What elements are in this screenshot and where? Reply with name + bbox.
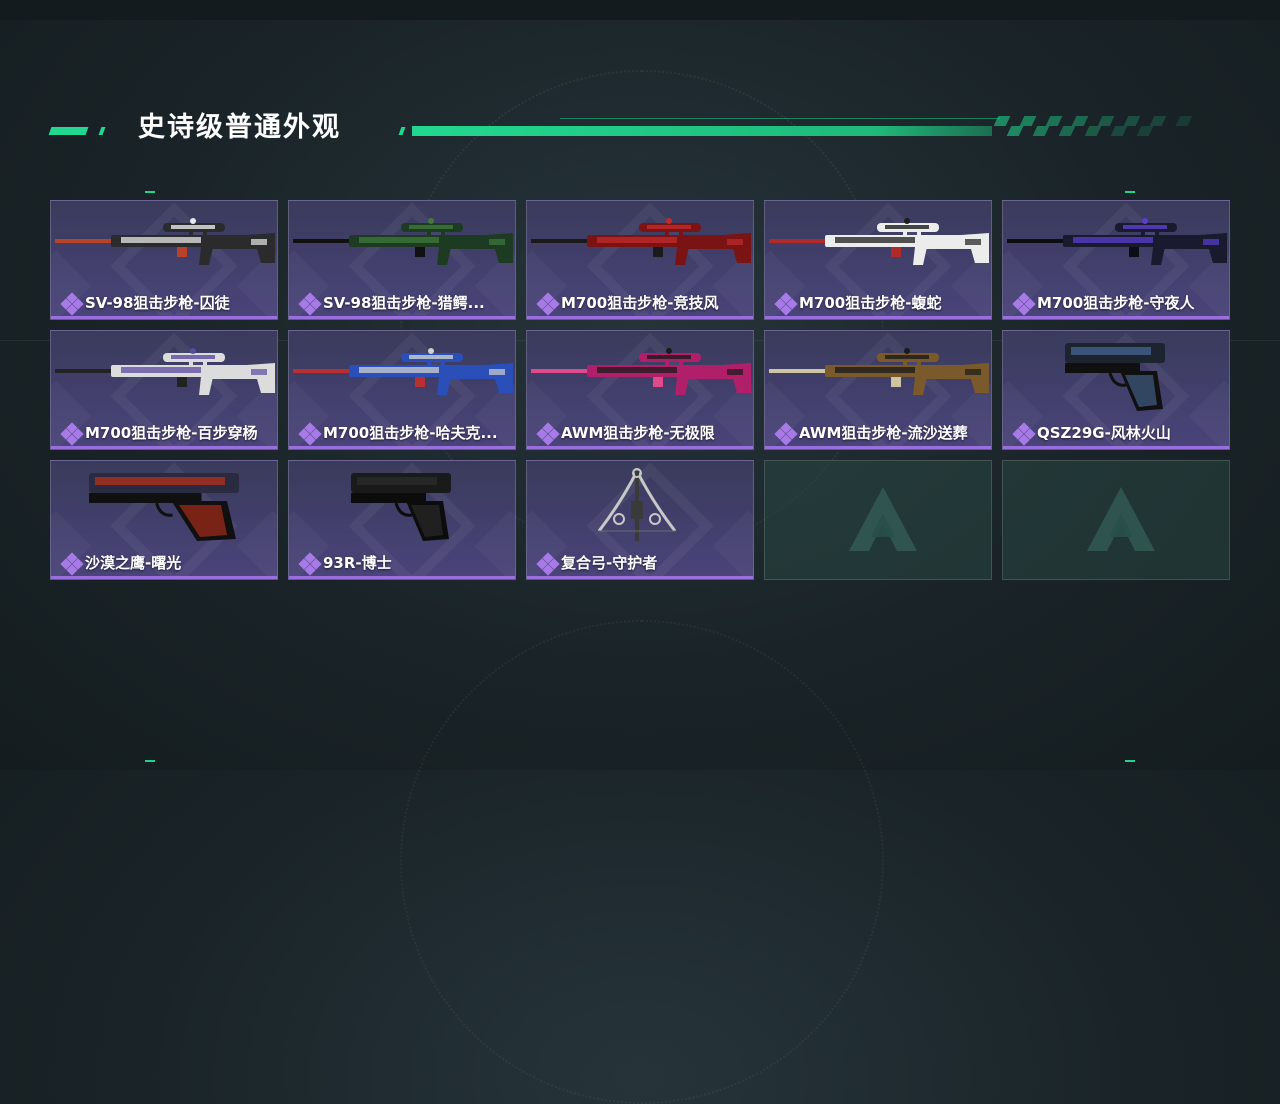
skin-card[interactable]: M700狙击步枪-守夜人 <box>1002 200 1230 320</box>
epic-rarity-icon <box>298 422 322 446</box>
skin-name: 复合弓-守护者 <box>561 554 658 572</box>
corner-marker <box>1125 760 1135 762</box>
skin-card[interactable]: M700狙击步枪-哈夫克... <box>288 330 516 450</box>
skin-name: SV-98狙击步枪-猎鳄... <box>323 294 485 312</box>
epic-rarity-icon <box>1012 292 1036 316</box>
sniper-rifle-image <box>769 218 989 265</box>
skin-name: SV-98狙击步枪-囚徒 <box>85 294 230 312</box>
skin-card[interactable]: M700狙击步枪-竞技风 <box>526 200 754 320</box>
corner-marker <box>145 191 155 193</box>
skin-name: M700狙击步枪-守夜人 <box>1037 294 1195 312</box>
skin-name: M700狙击步枪-百步穿杨 <box>85 424 258 442</box>
epic-rarity-icon <box>298 292 322 316</box>
skin-name: QSZ29G-风林火山 <box>1037 424 1171 442</box>
skin-card[interactable]: AWM狙击步枪-无极限 <box>526 330 754 450</box>
skin-name: 93R-博士 <box>323 554 392 572</box>
epic-rarity-icon <box>1012 422 1036 446</box>
skin-card[interactable]: AWM狙击步枪-流沙送葬 <box>764 330 992 450</box>
header-accent-bar <box>48 127 89 135</box>
pistol-image <box>89 473 239 541</box>
header-thin-line <box>560 118 1000 119</box>
epic-rarity-icon <box>60 552 84 576</box>
skin-name: M700狙击步枪-蝮蛇 <box>799 294 942 312</box>
corner-marker <box>1125 191 1135 193</box>
sniper-rifle-image <box>769 348 989 395</box>
background-circle-decoration-lower <box>400 620 884 1104</box>
epic-rarity-icon <box>536 292 560 316</box>
empty-skin-slot[interactable] <box>764 460 992 580</box>
skin-name: M700狙击步枪-竞技风 <box>561 294 719 312</box>
skin-card[interactable]: M700狙击步枪-百步穿杨 <box>50 330 278 450</box>
sniper-rifle-image <box>55 348 275 395</box>
skin-card[interactable]: SV-98狙击步枪-囚徒 <box>50 200 278 320</box>
skin-card[interactable]: SV-98狙击步枪-猎鳄... <box>288 200 516 320</box>
pistol-image <box>1065 343 1165 411</box>
skin-name: AWM狙击步枪-流沙送葬 <box>799 424 968 442</box>
epic-rarity-icon <box>774 422 798 446</box>
section-title: 史诗级普通外观 <box>138 112 341 143</box>
sniper-rifle-image <box>55 218 275 265</box>
header-accent-tick <box>398 127 406 135</box>
sniper-rifle-image <box>1007 218 1227 265</box>
sniper-rifle-image <box>293 348 513 395</box>
epic-rarity-icon <box>536 552 560 576</box>
bow-image <box>597 468 677 541</box>
epic-rarity-icon <box>774 292 798 316</box>
top-band <box>0 0 1280 20</box>
epic-rarity-icon <box>60 292 84 316</box>
skin-name: M700狙击步枪-哈夫克... <box>323 424 498 442</box>
game-logo-icon <box>1087 487 1155 551</box>
skin-card[interactable]: 93R-博士 <box>288 460 516 580</box>
empty-skin-slot[interactable] <box>1002 460 1230 580</box>
header-accent-tick <box>98 127 106 135</box>
skin-name: 沙漠之鹰-曙光 <box>85 554 182 572</box>
corner-marker <box>145 760 155 762</box>
pistol-image <box>351 473 451 541</box>
header-checker-decoration <box>992 116 1202 136</box>
skin-card[interactable]: 复合弓-守护者 <box>526 460 754 580</box>
sniper-rifle-image <box>531 348 751 395</box>
epic-rarity-icon <box>298 552 322 576</box>
sniper-rifle-image <box>531 218 751 265</box>
epic-rarity-icon <box>60 422 84 446</box>
skin-card[interactable]: M700狙击步枪-蝮蛇 <box>764 200 992 320</box>
header-progress-line <box>412 126 992 136</box>
skin-name: AWM狙击步枪-无极限 <box>561 424 715 442</box>
sniper-rifle-image <box>293 218 513 265</box>
skin-card[interactable]: 沙漠之鹰-曙光 <box>50 460 278 580</box>
skin-card[interactable]: QSZ29G-风林火山 <box>1002 330 1230 450</box>
epic-rarity-icon <box>536 422 560 446</box>
game-logo-icon <box>849 487 917 551</box>
